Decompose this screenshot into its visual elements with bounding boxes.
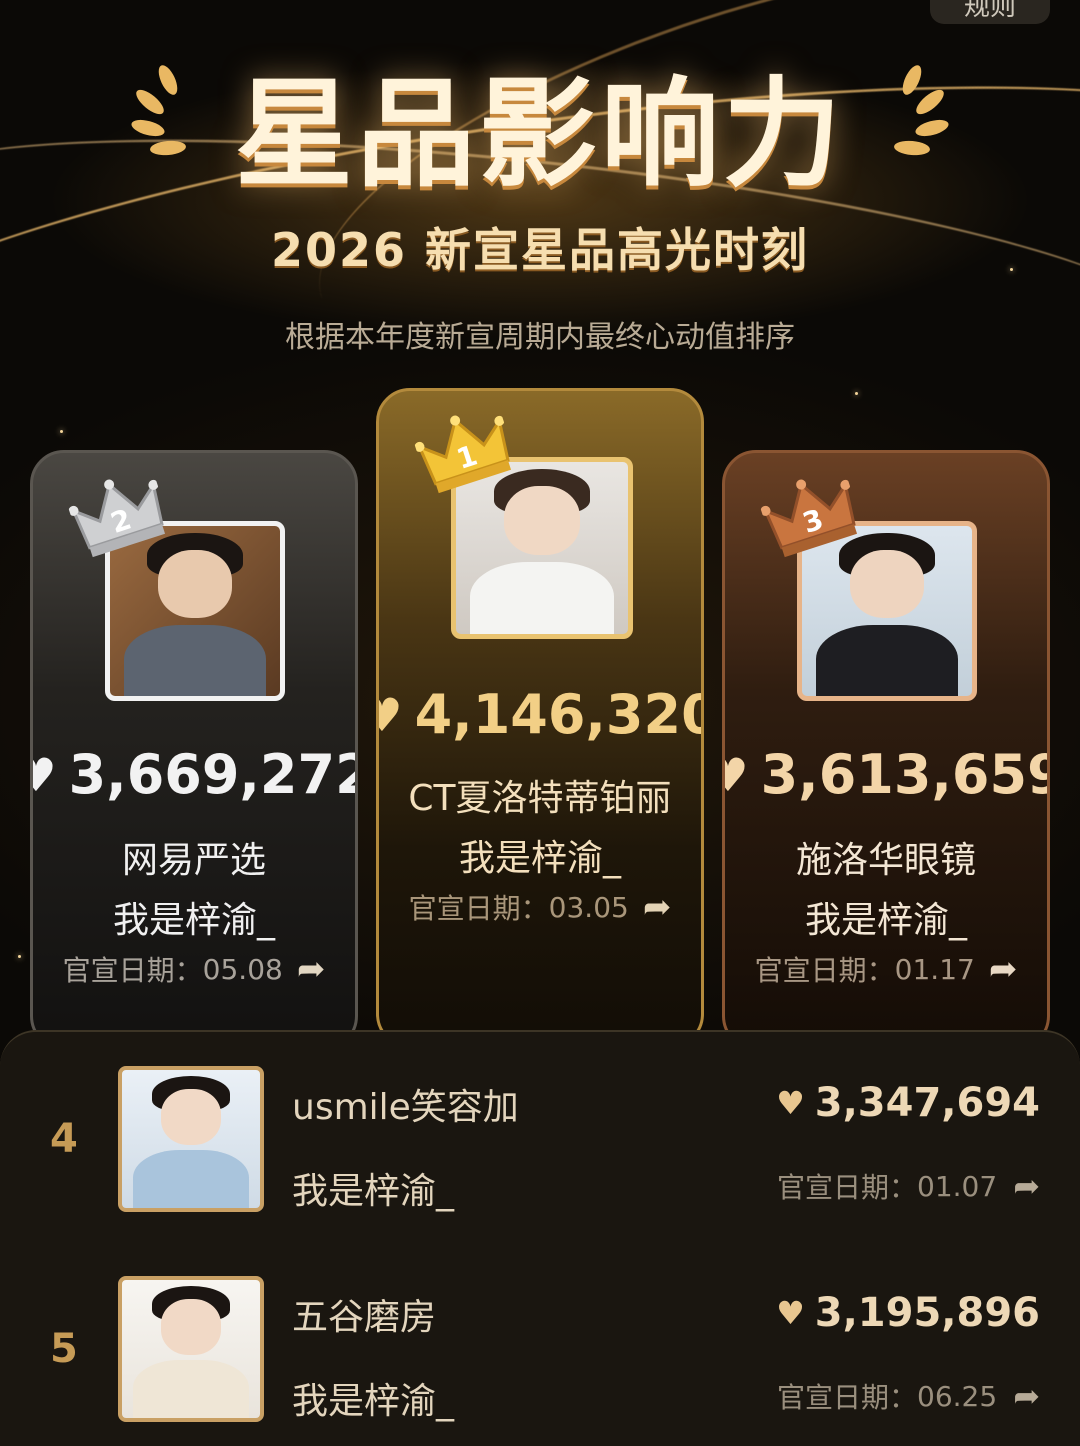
heart-icon: ♥ (776, 1294, 805, 1332)
date-value: 03.05 (548, 890, 629, 924)
score: ♥ 3,669,272 (33, 743, 355, 806)
page-title: 星品影响力 (234, 65, 845, 203)
score: ♥ 3,347,694 (776, 1080, 1040, 1126)
ranking-list: 4 usmile笑容加 我是梓渝_ ♥ 3,347,694 官宣日期： 01.0… (0, 1030, 1080, 1446)
avatar (118, 1066, 264, 1212)
share-icon[interactable]: ➦ (989, 949, 1018, 989)
score: ♥ 3,195,896 (776, 1290, 1040, 1336)
score: ♥ 3,613,659 (725, 743, 1047, 806)
brand-name: CT夏洛特蒂铂丽 (408, 778, 672, 819)
score: ♥ 4,146,320 (379, 683, 701, 746)
share-icon[interactable]: ➦ (1013, 1167, 1040, 1205)
avatar (118, 1276, 264, 1422)
user-name: 我是梓渝_ (112, 900, 275, 941)
brand-name: usmile笑容加 (292, 1087, 519, 1128)
rank-1-card[interactable]: 1 ♥ 4,146,320 CT夏洛特蒂铂丽 我是梓渝_ 官宣日期： 03.05… (376, 388, 704, 1048)
brand-name: 五谷磨房 (292, 1297, 437, 1338)
date-label: 官宣日期： (777, 1171, 918, 1204)
announce-date: 官宣日期： 05.08 ➦ (33, 949, 355, 989)
date-label: 官宣日期： (62, 954, 203, 987)
sparkle (855, 392, 858, 395)
page-background: 规则 星品影响力 2026 新宣星品高光时刻 根据本年度新宣周期内最终心动值排序 (0, 0, 1080, 1446)
date-value: 01.17 (894, 952, 975, 986)
share-icon[interactable]: ➦ (297, 949, 326, 989)
score-value: 3,347,694 (814, 1080, 1040, 1126)
heart-icon: ♥ (33, 748, 57, 802)
rank-2-card[interactable]: 2 ♥ 3,669,272 网易严选 我是梓渝_ 官宣日期： 05.08 ➦ (30, 450, 358, 1050)
date-label: 官宣日期： (408, 892, 549, 925)
user-name: 我是梓渝_ (804, 900, 967, 941)
heart-icon: ♥ (379, 688, 403, 742)
date-value: 01.07 (917, 1169, 998, 1203)
list-item[interactable]: 4 usmile笑容加 我是梓渝_ ♥ 3,347,694 官宣日期： 01.0… (0, 1066, 1080, 1216)
brand-name: 施洛华眼镜 (795, 840, 976, 881)
share-icon[interactable]: ➦ (1013, 1377, 1040, 1415)
heart-icon: ♥ (725, 748, 749, 802)
user-name: 我是梓渝_ (292, 1171, 455, 1212)
date-value: 06.25 (917, 1379, 998, 1413)
heart-icon: ♥ (776, 1084, 805, 1122)
announce-date: 官宣日期： 01.07 ➦ (777, 1166, 1040, 1206)
announce-date: 官宣日期： 06.25 ➦ (777, 1376, 1040, 1416)
score-value: 3,613,659 (760, 743, 1050, 806)
user-name: 我是梓渝_ (458, 838, 621, 879)
ranking-description: 根据本年度新宣周期内最终心动值排序 (285, 320, 795, 355)
brand-name: 网易严选 (121, 840, 266, 881)
rank-number: 5 (50, 1326, 78, 1372)
list-item[interactable]: 5 五谷磨房 我是梓渝_ ♥ 3,195,896 官宣日期： 06.25 ➦ (0, 1276, 1080, 1426)
score-value: 4,146,320 (414, 683, 704, 746)
rules-button[interactable]: 规则 (930, 0, 1050, 24)
rank-number: 4 (50, 1116, 78, 1162)
announce-date: 官宣日期： 01.17 ➦ (725, 949, 1047, 989)
date-label: 官宣日期： (754, 954, 895, 987)
share-icon[interactable]: ➦ (643, 887, 672, 927)
score-value: 3,669,272 (68, 743, 358, 806)
score-value: 3,195,896 (814, 1290, 1040, 1336)
date-value: 05.08 (202, 952, 283, 986)
page-subtitle: 2026 新宣星品高光时刻 (270, 223, 810, 277)
user-name: 我是梓渝_ (292, 1381, 455, 1422)
date-label: 官宣日期： (777, 1381, 918, 1414)
announce-date: 官宣日期： 03.05 ➦ (379, 887, 701, 927)
sparkle (18, 955, 21, 958)
sparkle (60, 430, 63, 433)
rank-3-card[interactable]: 3 ♥ 3,613,659 施洛华眼镜 我是梓渝_ 官宣日期： 01.17 ➦ (722, 450, 1050, 1050)
